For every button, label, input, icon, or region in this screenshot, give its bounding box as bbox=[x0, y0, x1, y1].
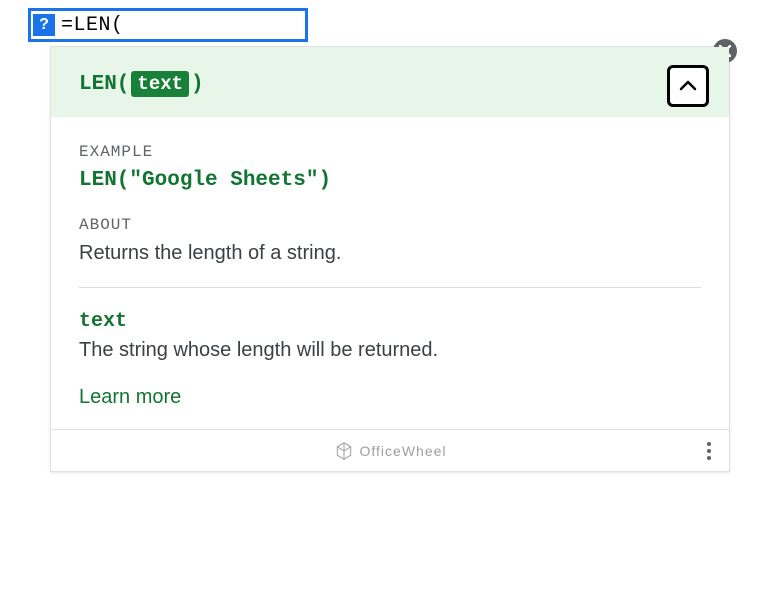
signature-section: LEN( text ) bbox=[51, 47, 729, 117]
dot-icon bbox=[707, 456, 711, 460]
formula-input-text[interactable]: =LEN( bbox=[61, 14, 124, 37]
example-label: EXAMPLE bbox=[79, 143, 701, 161]
about-label: ABOUT bbox=[79, 216, 701, 234]
help-icon[interactable]: ? bbox=[33, 14, 55, 36]
brand-logo-icon bbox=[334, 441, 354, 461]
about-text: Returns the length of a string. bbox=[79, 242, 701, 265]
footer-bar: OfficeWheel bbox=[51, 429, 729, 471]
function-close-paren: ) bbox=[191, 73, 204, 96]
param-highlight: text bbox=[131, 71, 189, 97]
dot-icon bbox=[707, 449, 711, 453]
brand-text: OfficeWheel bbox=[360, 443, 447, 459]
dot-icon bbox=[707, 442, 711, 446]
param-description: The string whose length will be returned… bbox=[79, 339, 701, 362]
function-tooltip: LEN( text ) EXAMPLE LEN("Google Sheets")… bbox=[50, 46, 730, 472]
more-options-button[interactable] bbox=[701, 436, 717, 466]
example-code: LEN("Google Sheets") bbox=[79, 169, 701, 192]
tooltip-content: EXAMPLE LEN("Google Sheets") ABOUT Retur… bbox=[51, 117, 729, 429]
formula-bar[interactable]: ? =LEN( bbox=[28, 8, 308, 42]
function-name-open: LEN( bbox=[79, 73, 129, 96]
function-signature: LEN( text ) bbox=[79, 71, 701, 97]
chevron-up-icon bbox=[679, 80, 697, 92]
divider bbox=[79, 287, 701, 288]
param-name: text bbox=[79, 310, 701, 333]
learn-more-link[interactable]: Learn more bbox=[79, 386, 701, 409]
collapse-button[interactable] bbox=[667, 65, 709, 107]
brand-watermark: OfficeWheel bbox=[334, 441, 447, 461]
